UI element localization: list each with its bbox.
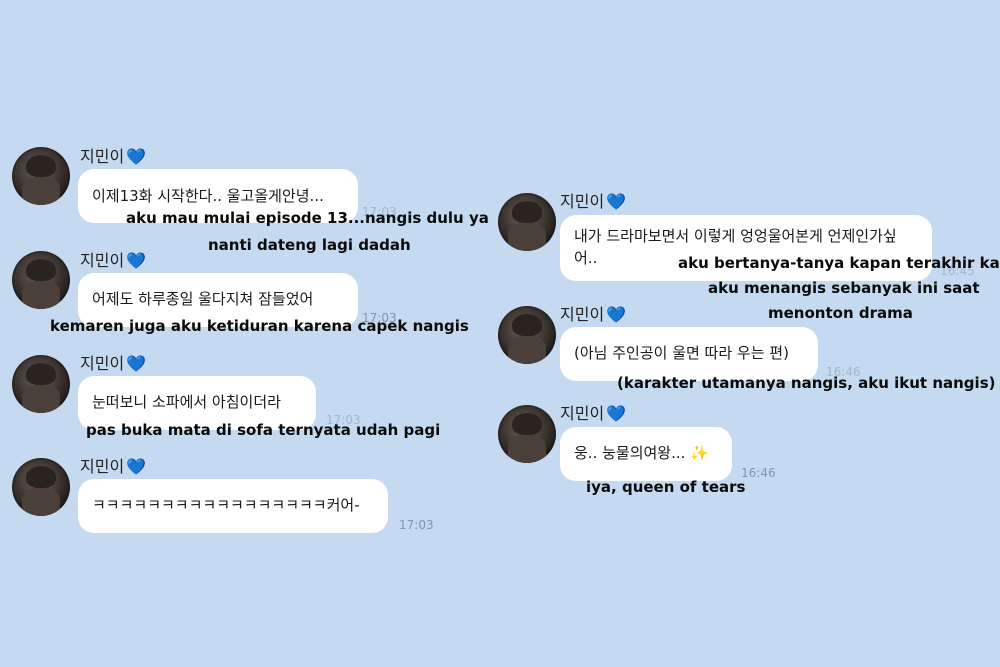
translation-line: aku mau mulai episode 13...nangis dulu y… (126, 209, 489, 227)
message-time: 17:03 (399, 518, 434, 532)
blue-heart-icon: 💙 (606, 192, 627, 211)
translation-line: (karakter utamanya nangis, aku ikut nang… (617, 374, 996, 392)
blue-heart-icon: 💙 (606, 305, 627, 324)
message-text-line: 내가 드라마보면서 이렇게 엉엉울어본게 언제인가싶 (574, 227, 897, 245)
message-text: 이제13화 시작한다.. 울고올게안녕... (92, 187, 324, 205)
sender-name: 지민이 💙 (80, 350, 146, 374)
sender-name: 지민이 💙 (80, 453, 146, 477)
translation-line: iya, queen of tears (586, 478, 746, 496)
message-time: 16:46 (741, 466, 776, 480)
translation-line: aku menangis sebanyak ini saat (708, 279, 980, 297)
translation-line: pas buka mata di sofa ternyata udah pagi (86, 421, 441, 439)
sender-name: 지민이 💙 (560, 301, 626, 325)
sender-name: 지민이 💙 (560, 400, 626, 424)
blue-heart-icon: 💙 (126, 147, 147, 166)
sender-name-text: 지민이 (560, 192, 605, 211)
blue-heart-icon: 💙 (606, 404, 627, 423)
avatar[interactable] (12, 458, 70, 516)
avatar[interactable] (498, 193, 556, 251)
sender-name: 지민이 💙 (80, 247, 146, 271)
message-text: 어제도 하루종일 울다지쳐 잠들었어 (92, 290, 314, 308)
blue-heart-icon: 💙 (126, 354, 147, 373)
message-text: ㅋㅋㅋㅋㅋㅋㅋㅋㅋㅋㅋㅋㅋㅋㅋㅋㅋ커어- (92, 496, 360, 514)
message-text: 웅.. 눙물의여왕... ✨ (574, 444, 709, 462)
sender-name-text: 지민이 (80, 251, 125, 270)
translation-line: kemaren juga aku ketiduran karena capek … (50, 317, 469, 335)
sender-name-text: 지민이 (560, 305, 605, 324)
avatar[interactable] (12, 251, 70, 309)
sender-name-text: 지민이 (80, 457, 125, 476)
translation-line: nanti dateng lagi dadah (208, 236, 411, 254)
avatar[interactable] (12, 147, 70, 205)
blue-heart-icon: 💙 (126, 457, 147, 476)
sender-name: 지민이 💙 (560, 188, 626, 212)
avatar[interactable] (12, 355, 70, 413)
sender-name-text: 지민이 (560, 404, 605, 423)
translation-line: menonton drama (768, 304, 913, 322)
message-bubble[interactable]: ㅋㅋㅋㅋㅋㅋㅋㅋㅋㅋㅋㅋㅋㅋㅋㅋㅋ커어- (78, 479, 388, 533)
sender-name-text: 지민이 (80, 354, 125, 373)
translation-line: aku bertanya-tanya kapan terakhir kali (678, 254, 1000, 272)
message-text: (아님 주인공이 울면 따라 우는 편) (574, 344, 789, 362)
message-text: 눈떠보니 소파에서 아침이더라 (92, 393, 281, 411)
sender-name-text: 지민이 (80, 147, 125, 166)
blue-heart-icon: 💙 (126, 251, 147, 270)
sender-name: 지민이 💙 (80, 143, 146, 167)
message-bubble[interactable]: (아님 주인공이 울면 따라 우는 편) (560, 327, 818, 381)
message-bubble[interactable]: 웅.. 눙물의여왕... ✨ (560, 427, 732, 481)
avatar[interactable] (498, 405, 556, 463)
avatar[interactable] (498, 306, 556, 364)
